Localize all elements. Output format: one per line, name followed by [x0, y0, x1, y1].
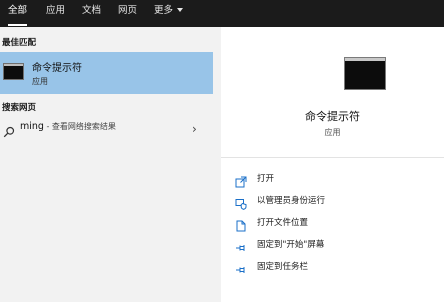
detail-subtitle: 应用 [324, 128, 341, 137]
terminal-icon [3, 63, 24, 80]
tab-more[interactable]: 更多 [154, 0, 184, 27]
tab-apps[interactable]: 应用 [46, 0, 65, 27]
action-pin-to-taskbar[interactable]: 固定到任务栏 [235, 259, 435, 275]
file-location-icon [235, 217, 247, 232]
action-pin-to-taskbar-label: 固定到任务栏 [257, 262, 309, 272]
chevron-right-icon[interactable]: › [192, 123, 197, 135]
web-search-result[interactable]: ming - 查看网络搜索结果 › [0, 120, 213, 138]
best-match-title: 命令提示符 [32, 63, 82, 74]
terminal-icon [344, 57, 386, 90]
tab-all-label: 全部 [8, 5, 28, 16]
web-search-text: ming - 查看网络搜索结果 [20, 121, 116, 132]
tab-web[interactable]: 网页 [118, 0, 137, 27]
action-open-file-location-label: 打开文件位置 [257, 218, 309, 228]
pin-icon [235, 239, 247, 251]
detail-title: 命令提示符 [305, 110, 360, 123]
tab-documents-label: 文档 [82, 5, 102, 16]
web-search-query: ming [20, 121, 44, 132]
action-open-label: 打开 [257, 174, 275, 184]
run-as-admin-icon [235, 195, 247, 210]
best-match-subtitle: 应用 [32, 77, 48, 86]
best-match-header: 最佳匹配 [2, 38, 37, 48]
detail-panel: 命令提示符 应用 打开 以管理员身份运行 打开文件位置 固定到"开始"屏幕 固定… [221, 27, 444, 302]
tab-apps-label: 应用 [46, 5, 66, 16]
best-match-result[interactable]: 命令提示符 应用 [0, 52, 213, 94]
action-open[interactable]: 打开 [235, 171, 435, 188]
search-filter-bar: 全部 应用 文档 网页 更多 [0, 0, 444, 27]
action-pin-to-start[interactable]: 固定到"开始"屏幕 [235, 237, 435, 253]
results-panel: 最佳匹配 命令提示符 应用 搜索网页 ming - 查看网络搜索结果 › [0, 27, 213, 302]
open-icon [235, 173, 247, 188]
search-icon [3, 123, 15, 138]
pin-icon [235, 261, 247, 273]
chevron-down-icon [177, 8, 184, 12]
tab-documents[interactable]: 文档 [82, 0, 101, 27]
action-open-file-location[interactable]: 打开文件位置 [235, 215, 435, 232]
web-search-header: 搜索网页 [2, 103, 37, 113]
tab-all[interactable]: 全部 [8, 0, 28, 27]
action-run-as-admin[interactable]: 以管理员身份运行 [235, 193, 435, 210]
action-run-as-admin-label: 以管理员身份运行 [257, 196, 326, 206]
tab-web-label: 网页 [118, 5, 138, 16]
tab-more-label: 更多 [154, 5, 174, 16]
divider [221, 157, 444, 158]
active-tab-indicator [8, 24, 28, 26]
web-search-suffix: - 查看网络搜索结果 [43, 122, 116, 131]
action-pin-to-start-label: 固定到"开始"屏幕 [257, 240, 325, 250]
